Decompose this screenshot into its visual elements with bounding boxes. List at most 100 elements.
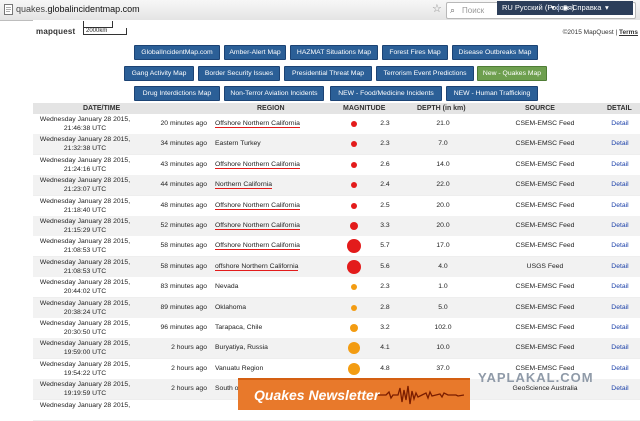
cell-datetime: Wednesday January 28 2015,: [33, 401, 137, 421]
language-bar[interactable]: RU Русский (Россия) ▾ ◉ Справка ▾: [497, 1, 633, 15]
table-row: Wednesday January 28 2015, 20:38:24 UTC 89…: [33, 297, 640, 319]
cell-time: 19:54:22 UTC: [63, 369, 107, 377]
cell-source: CSEM-EMSC Feed: [515, 324, 575, 331]
help-icon[interactable]: ◉: [562, 1, 569, 15]
nav-forest-fires[interactable]: Forest Fires Map: [382, 45, 448, 60]
cell-age: 20 minutes ago: [160, 120, 207, 127]
help-menu-arrow-icon[interactable]: ▾: [605, 1, 609, 15]
watermark: YAPLAKAL.COM: [478, 370, 594, 385]
newsletter-banner[interactable]: Quakes Newsletter: [238, 378, 470, 410]
magnitude-dot-icon: [351, 161, 357, 168]
terms-link[interactable]: Terms: [619, 29, 638, 36]
cell-region: Offshore Northern California: [215, 196, 325, 216]
detail-link[interactable]: Detail: [605, 277, 635, 297]
browser-toolbar: quakes.globalincidentmap.com ☆ ⌕ Поиск R…: [0, 0, 640, 21]
table-row: Wednesday January 28 2015, 20:30:50 UTC 96…: [33, 318, 640, 339]
cell-depth: 4.0: [438, 262, 448, 270]
nav-terrorism-predictions[interactable]: Terrorism Event Predictions: [376, 66, 474, 81]
cell-magnitude: 2.4: [380, 181, 390, 189]
cell-region: Eastern Turkey: [215, 134, 325, 154]
cell-age: 2 hours ago: [171, 385, 207, 393]
table-row: Wednesday January 28 2015, 21:15:29 UTC 52…: [33, 216, 640, 237]
cell-date: Wednesday January 28 2015,: [39, 258, 131, 266]
help-menu[interactable]: Справка: [572, 1, 601, 15]
detail-link[interactable]: Detail: [605, 216, 635, 236]
cell-magnitude: 2.3: [380, 140, 390, 148]
nav-quakes-map[interactable]: New - Quakes Map: [477, 66, 547, 81]
region-text: Offshore Northern California: [215, 222, 300, 230]
cell-source: CSEM-EMSC Feed: [515, 242, 575, 250]
detail-link[interactable]: [605, 400, 635, 420]
nav-gang-activity[interactable]: Gang Activity Map: [124, 66, 194, 81]
cell-depth: 20.0: [436, 222, 450, 229]
cell-datetime: Wednesday January 28 2015, 21:46:38 UTC: [33, 115, 137, 135]
detail-link[interactable]: Detail: [605, 196, 635, 216]
language-menu-arrow-icon[interactable]: ▾: [551, 1, 555, 15]
header-datetime: DATE/TIME: [83, 105, 121, 112]
nav-hazmat[interactable]: HAZMAT Situations Map: [290, 45, 378, 60]
table-row: Wednesday January 28 2015, 21:32:38 UTC 34…: [33, 134, 640, 156]
region-text: Northern California: [215, 181, 273, 190]
detail-link[interactable]: Detail: [605, 298, 635, 318]
cell-date: Wednesday January 28 2015,: [39, 116, 131, 123]
address-bar[interactable]: quakes.globalincidentmap.com: [16, 3, 140, 16]
cell-depth: 10.0: [436, 344, 450, 352]
cell-magnitude-marker: [339, 318, 369, 338]
region-text: South of: [215, 385, 241, 393]
nav-drug-interdictions[interactable]: Drug Interdictions Map: [134, 86, 220, 101]
region-text: Offshore Northern California: [215, 160, 300, 169]
cell-source: CSEM-EMSC Feed: [515, 283, 575, 291]
cell-source: CSEM-EMSC Feed: [515, 201, 575, 209]
detail-link[interactable]: Detail: [605, 134, 635, 154]
cell-region: offshore Northern California: [215, 257, 325, 277]
detail-link[interactable]: Detail: [605, 338, 635, 358]
cell-depth: 22.0: [436, 181, 450, 189]
header-depth: DEPTH (in km): [417, 105, 466, 112]
nav-border-security[interactable]: Border Security Issues: [198, 66, 280, 81]
cell-date: Wednesday January 28 2015,: [39, 360, 131, 368]
detail-link[interactable]: Detail: [605, 257, 635, 277]
cell-time: 20:30:50 UTC: [63, 329, 107, 336]
cell-region: Offshore Northern California: [215, 236, 325, 256]
region-text: Buryatiya, Russia: [215, 344, 268, 352]
magnitude-dot-icon: [347, 259, 361, 274]
scale-bar-upper: [83, 21, 113, 28]
magnitude-dot-icon: [351, 284, 357, 291]
detail-link[interactable]: Detail: [605, 379, 635, 399]
detail-link[interactable]: Detail: [605, 175, 635, 195]
cell-time: 21:08:53 UTC: [63, 247, 107, 255]
cell-date: Wednesday January 28 2015,: [39, 340, 131, 348]
cell-age: 48 minutes ago: [160, 201, 207, 209]
nav-food-medicine[interactable]: NEW - Food/Medicine Incidents: [330, 86, 442, 101]
cell-region: Vanuatu Region: [215, 359, 325, 379]
nav-disease-outbreaks[interactable]: Disease Outbreaks Map: [452, 45, 538, 60]
region-text: Vanuatu Region: [215, 364, 264, 372]
nav-presidential-threat[interactable]: Presidential Threat Map: [284, 66, 372, 81]
cell-date: Wednesday January 28 2015,: [39, 381, 131, 389]
nav-aviation-incidents[interactable]: Non-Terror Aviation Incidents: [224, 86, 324, 101]
cell-source: CSEM-EMSC Feed: [515, 140, 575, 148]
cell-date: Wednesday January 28 2015,: [39, 136, 131, 144]
nav-globalincidentmap[interactable]: GlobalIncidentMap.com: [134, 45, 220, 60]
detail-link[interactable]: Detail: [605, 114, 635, 134]
cell-magnitude: 4.1: [380, 344, 390, 352]
nav-human-trafficking[interactable]: NEW - Human Trafficking: [446, 86, 538, 101]
menu-divider: [558, 4, 559, 12]
cell-time: 21:15:29 UTC: [63, 227, 107, 234]
magnitude-dot-icon: [351, 141, 357, 148]
magnitude-dot-icon: [351, 182, 357, 189]
nav-amber-alert[interactable]: Amber-Alert Map: [224, 45, 286, 60]
cell-source: CSEM-EMSC Feed: [515, 160, 575, 168]
cell-region: Tarapaca, Chile: [215, 318, 325, 338]
magnitude-dot-icon: [351, 121, 357, 127]
cell-age: 34 minutes ago: [160, 140, 207, 148]
detail-link[interactable]: Detail: [605, 155, 635, 175]
detail-link[interactable]: Detail: [605, 318, 635, 338]
bookmark-star-icon[interactable]: ☆: [432, 3, 442, 16]
cell-source: CSEM-EMSC Feed: [515, 303, 575, 311]
detail-link[interactable]: Detail: [605, 359, 635, 379]
cell-magnitude: 2.8: [380, 303, 390, 311]
detail-link[interactable]: Detail: [605, 236, 635, 256]
cell-time: 21:46:38 UTC: [63, 125, 107, 132]
map-footer: mapquest 2000km ©2015 MapQuest | Terms: [33, 20, 640, 40]
